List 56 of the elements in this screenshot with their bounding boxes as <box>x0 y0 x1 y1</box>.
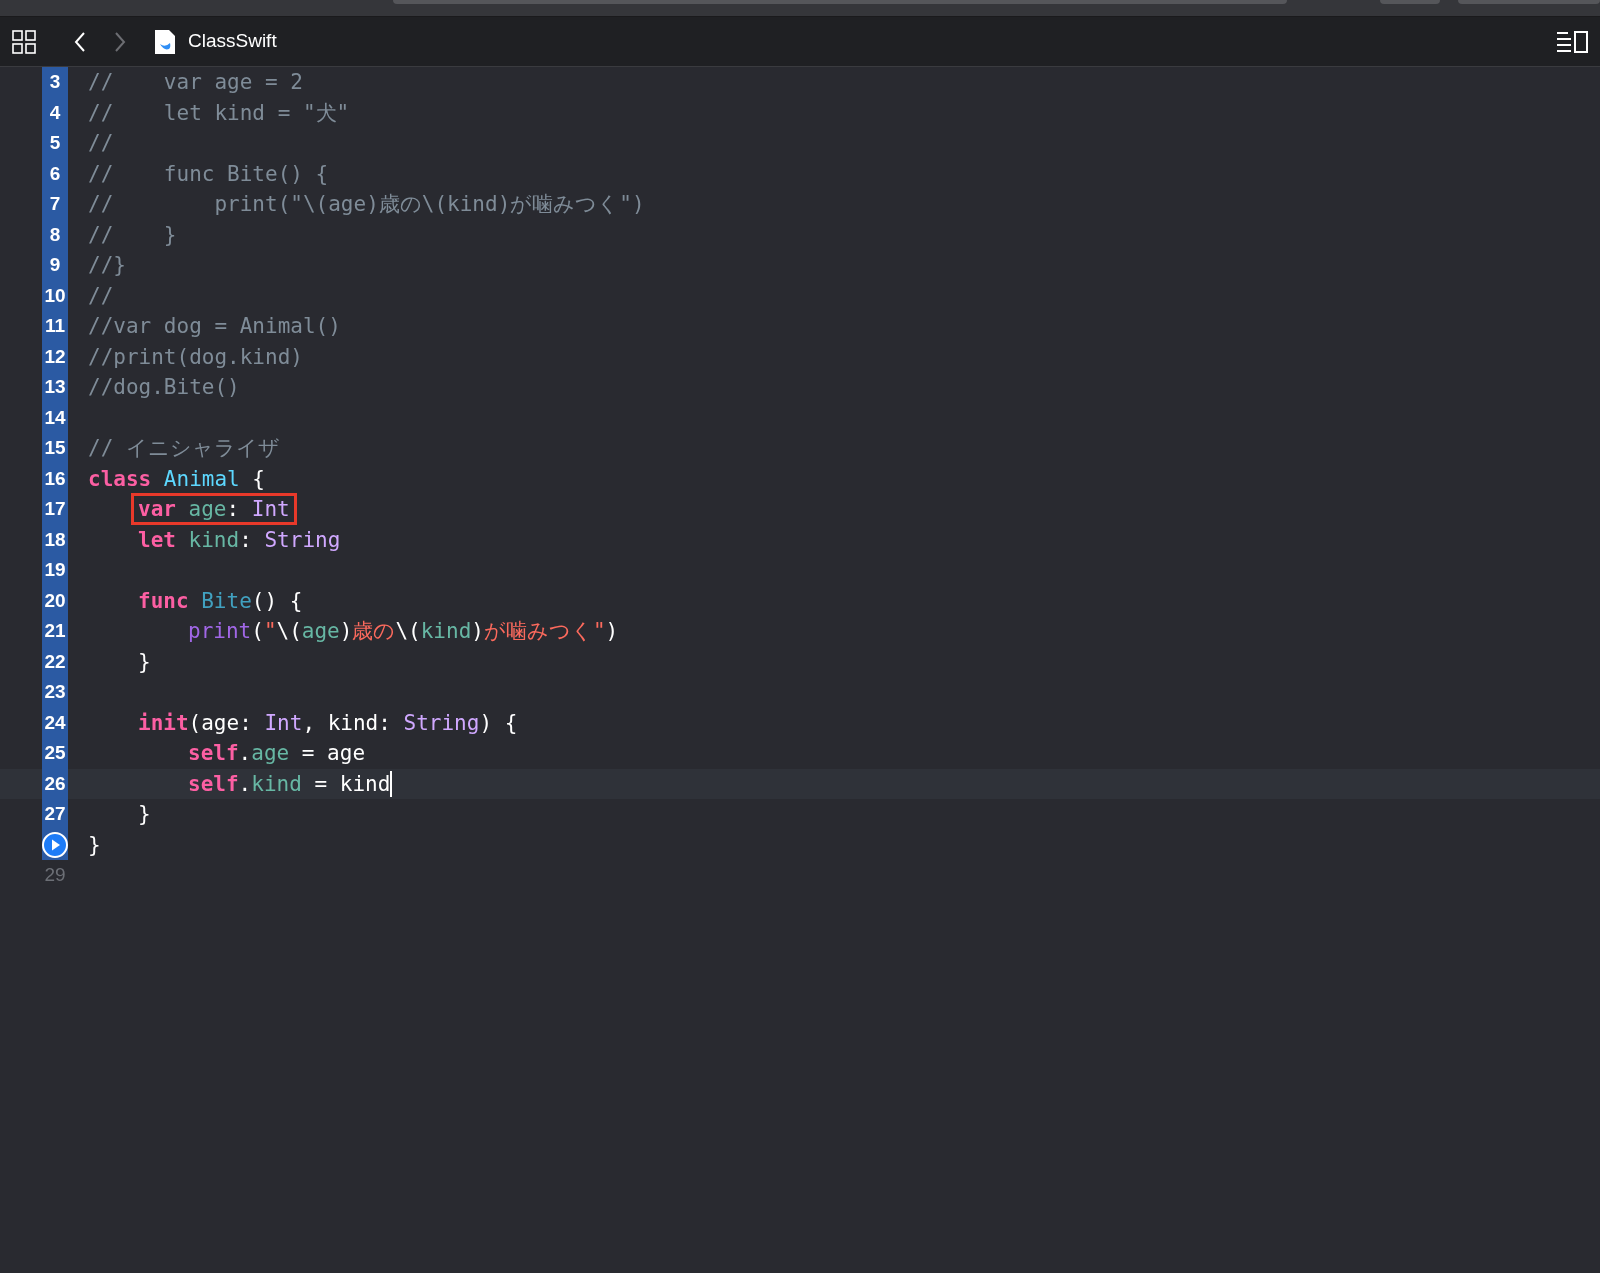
line-number: 5 <box>49 131 61 155</box>
editor-options-icon[interactable] <box>1556 29 1588 54</box>
line-number: 13 <box>44 375 66 399</box>
line-number: 17 <box>44 497 66 521</box>
line-number: 20 <box>44 588 66 613</box>
line-number: 26 <box>44 771 66 796</box>
code-line: // <box>88 282 114 309</box>
line-number: 14 <box>44 405 66 430</box>
code-line: // print("\(age)歳の\(kind)が噛みつく") <box>88 191 645 218</box>
line-number: 21 <box>44 619 66 643</box>
line-number: 12 <box>44 344 66 369</box>
line-number: 22 <box>44 649 66 674</box>
code-line: let kind: String <box>138 526 341 553</box>
grid-icon[interactable] <box>12 29 36 54</box>
forward-icon[interactable] <box>114 30 126 53</box>
text-cursor <box>390 770 393 797</box>
code-line: //dog.Bite() <box>88 374 240 401</box>
line-number: 19 <box>44 558 66 582</box>
line-number: 4 <box>49 100 61 125</box>
line-number: 25 <box>44 741 66 765</box>
line-number: 23 <box>44 680 66 704</box>
code-line: init(age: Int, kind: String) { <box>138 709 518 736</box>
line-number: 29 <box>44 863 66 887</box>
code-line: } <box>138 648 151 675</box>
code-line: // var age = 2 <box>88 69 303 96</box>
back-icon[interactable] <box>74 30 86 53</box>
code-line: self.kind = kind <box>188 770 393 797</box>
swift-file-icon <box>154 28 176 55</box>
run-marker-icon[interactable] <box>42 831 68 858</box>
code-line: // イニシャライザ <box>88 435 280 462</box>
code-line: //var dog = Animal() <box>88 313 341 340</box>
line-number: 8 <box>49 222 61 247</box>
line-number: 9 <box>49 253 61 277</box>
line-number: 6 <box>49 161 61 186</box>
line-number: 3 <box>49 70 61 94</box>
code-line: func Bite() { <box>138 587 303 614</box>
code-line: // let kind = "犬" <box>88 99 350 126</box>
code-line: // func Bite() { <box>88 160 329 187</box>
line-number: 11 <box>44 314 66 338</box>
code-line: //print(dog.kind) <box>88 343 303 370</box>
file-name[interactable]: ClassSwift <box>188 27 277 56</box>
code-line: class Animal { <box>88 465 265 492</box>
code-line: print("\(age)歳の\(kind)が噛みつく") <box>188 618 619 645</box>
line-number: 27 <box>44 802 66 826</box>
line-number: 10 <box>44 283 66 308</box>
line-number: 16 <box>44 466 66 491</box>
code-line: //} <box>88 252 126 279</box>
code-line: } <box>88 831 101 858</box>
code-line: } <box>138 801 151 828</box>
code-line: // <box>88 130 114 157</box>
line-number: 18 <box>44 527 66 552</box>
line-number: 24 <box>44 710 66 735</box>
line-number: 7 <box>49 192 61 216</box>
code-line: // } <box>88 221 177 248</box>
code-line: self.age = age <box>188 740 366 767</box>
line-number: 15 <box>44 436 66 460</box>
